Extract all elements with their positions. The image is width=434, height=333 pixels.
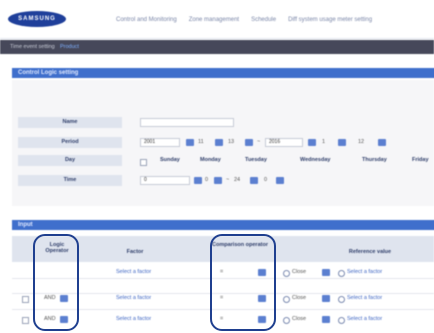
time-start-minute-dropdown[interactable] bbox=[214, 177, 222, 184]
nav-item-schedule[interactable]: Schedule bbox=[251, 17, 276, 23]
row-2-reference[interactable]: Select a factor bbox=[347, 295, 382, 301]
period-start-month-dropdown[interactable] bbox=[215, 139, 223, 146]
day-thursday[interactable]: Thursday bbox=[362, 157, 387, 163]
time-label: Time bbox=[18, 175, 122, 186]
time-start-hour[interactable]: 0 bbox=[140, 176, 190, 185]
logic-operator-highlight bbox=[33, 234, 79, 331]
day-wednesday[interactable]: Wednesday bbox=[300, 157, 330, 163]
day-label: Day bbox=[18, 155, 122, 166]
period-start-day-dropdown[interactable] bbox=[245, 139, 253, 146]
nav-item-meter[interactable]: Diff system usage meter setting bbox=[288, 17, 372, 23]
row-2-mode-dropdown[interactable] bbox=[322, 295, 330, 302]
row-3-checkbox[interactable] bbox=[22, 317, 29, 324]
col-reference-value: Reference value bbox=[348, 249, 392, 255]
period-end-day: 12 bbox=[358, 139, 365, 145]
time-end-minute: 0 bbox=[264, 177, 268, 183]
breadcrumb-current: Product bbox=[60, 44, 79, 50]
row-2-checkbox[interactable] bbox=[22, 296, 29, 303]
row-3-mode-radio[interactable] bbox=[283, 317, 290, 324]
row-1-mode: Close bbox=[292, 269, 307, 275]
period-end-month: 1 bbox=[322, 139, 326, 145]
comparison-operator-highlight bbox=[210, 234, 276, 331]
period-start-month: 11 bbox=[198, 139, 204, 145]
row-3-mode: Close bbox=[292, 316, 307, 322]
row-2-mode-radio[interactable] bbox=[283, 296, 290, 303]
period-end-year[interactable]: 2016 bbox=[265, 138, 303, 147]
day-tuesday[interactable]: Tuesday bbox=[245, 157, 267, 163]
row-1-factor[interactable]: Select a factor bbox=[116, 269, 151, 275]
row-2-factor[interactable]: Select a factor bbox=[116, 295, 151, 301]
time-end-hour: 24 bbox=[234, 177, 241, 183]
input-section-header: Input bbox=[12, 220, 434, 230]
row-2-reference-radio[interactable] bbox=[338, 296, 345, 303]
time-start-hour-dropdown[interactable] bbox=[194, 177, 202, 184]
row-1-reference-radio[interactable] bbox=[338, 270, 345, 277]
period-start-year[interactable]: 2001 bbox=[140, 138, 180, 147]
day-all-checkbox[interactable] bbox=[140, 159, 147, 166]
period-start-day: 13 bbox=[228, 139, 235, 145]
row-3-factor[interactable]: Select a factor bbox=[116, 316, 151, 322]
row-1-mode-radio[interactable] bbox=[283, 270, 290, 277]
period-end-day-dropdown[interactable] bbox=[378, 139, 386, 146]
time-start-minute: 0 bbox=[205, 177, 209, 183]
nav-item-control[interactable]: Control and Monitoring bbox=[116, 17, 177, 23]
brand-logo: SAMSUNG bbox=[8, 11, 66, 27]
period-end-year-dropdown[interactable] bbox=[308, 139, 316, 146]
top-nav: Control and Monitoring Zone management S… bbox=[116, 17, 372, 23]
period-start-year-dropdown[interactable] bbox=[186, 139, 194, 146]
control-logic-header: Control Logic setting bbox=[12, 68, 434, 78]
period-end-month-dropdown[interactable] bbox=[338, 139, 346, 146]
name-label: Name bbox=[18, 117, 122, 128]
time-end-minute-dropdown[interactable] bbox=[276, 177, 284, 184]
name-input[interactable] bbox=[140, 118, 234, 127]
day-monday[interactable]: Monday bbox=[200, 157, 221, 163]
nav-item-zone[interactable]: Zone management bbox=[189, 17, 239, 23]
col-factor: Factor bbox=[126, 249, 144, 255]
top-bar: SAMSUNG Control and Monitoring Zone mana… bbox=[0, 0, 434, 39]
day-friday[interactable]: Friday bbox=[412, 157, 429, 163]
row-1-mode-dropdown[interactable] bbox=[322, 269, 330, 276]
period-label: Period bbox=[18, 137, 122, 148]
time-end-hour-dropdown[interactable] bbox=[250, 177, 258, 184]
row-3-reference[interactable]: Select a factor bbox=[347, 316, 382, 322]
breadcrumb-prefix[interactable]: Time event setting bbox=[10, 44, 55, 50]
row-2-mode: Close bbox=[292, 295, 307, 301]
breadcrumb: Time event setting Product bbox=[0, 40, 434, 54]
row-3-mode-dropdown[interactable] bbox=[322, 316, 330, 323]
row-1-reference[interactable]: Select a factor bbox=[347, 269, 382, 275]
day-sunday[interactable]: Sunday bbox=[160, 157, 180, 163]
row-3-reference-radio[interactable] bbox=[338, 317, 345, 324]
